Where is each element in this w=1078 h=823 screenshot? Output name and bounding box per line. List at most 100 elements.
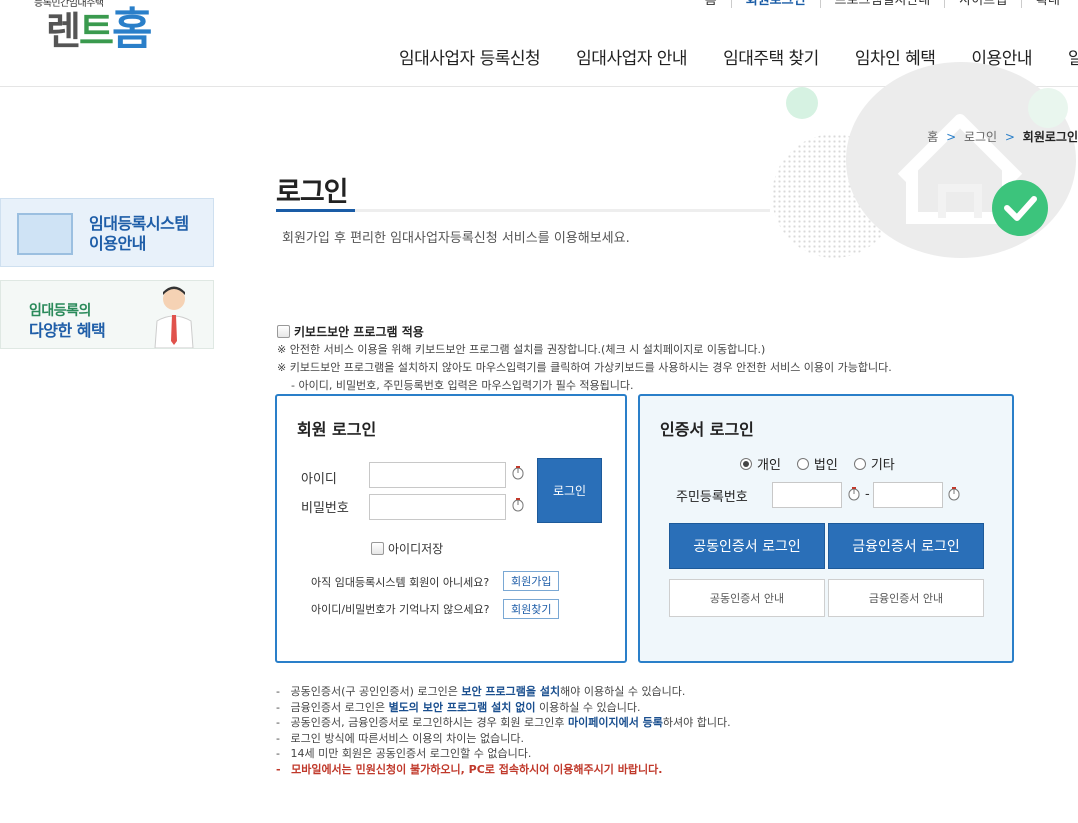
banner-line: 이용안내 [89,234,146,253]
decoration-circle [786,87,818,119]
rrn-second-input[interactable] [873,482,943,508]
note-text: 금융인증서 로그인은 [290,700,389,714]
radio-button[interactable] [853,457,866,470]
note-dash: - [276,685,280,698]
note-item: - 로그인 방식에 따른서비스 이용의 차이는 없습니다. [276,731,731,747]
keyboard-security-checkbox[interactable] [277,325,290,338]
save-id-label: 아이디저장 [388,542,444,556]
title-underline [276,209,770,212]
person-icon [154,286,194,348]
user-type-radio-group: 개인 법인 기타 [740,454,895,473]
util-home-link[interactable]: 홈 [691,0,732,8]
util-zoom-link[interactable]: 확대 [1022,0,1060,8]
member-login-box: 회원 로그인 아이디 비밀번호 로그인 아이디저장 아직 임대등록시스템 회원이… [275,394,627,663]
breadcrumb-separator: > [946,130,957,144]
breadcrumb-current: 회원로그인 [1022,130,1078,144]
radio-personal[interactable]: 개인 [740,454,781,473]
password-label: 비밀번호 [301,501,349,516]
save-id-option[interactable]: 아이디저장 [371,540,443,557]
note-dash: - [276,762,281,776]
radio-button[interactable] [796,457,809,470]
breadcrumb-home[interactable]: 홈 [927,130,938,144]
note-dash: - [276,716,280,729]
mouse-input-icon[interactable] [512,498,524,512]
find-question: 아이디/비밀번호가 기억나지 않으세요? [311,603,490,616]
banner-line: 다양한 혜택 [29,321,106,340]
nav-register[interactable]: 임대사업자 등록신청 [399,44,541,69]
breadcrumb-login[interactable]: 로그인 [964,130,997,144]
note-dash: - [276,731,280,745]
radio-corporate[interactable]: 법인 [796,454,838,473]
note-text: 공동인증서(구 공인인증서) 로그인은 [290,685,462,698]
login-notes: - 공동인증서(구 공인인증서) 로그인은 보안 프로그램을 설치해야 이용하실… [276,684,731,777]
logo-part3: 홈 [111,4,153,55]
mouse-input-icon[interactable] [948,487,960,501]
page-description: 회원가입 후 편리한 임대사업자등록신청 서비스를 이용해보세요. [282,231,630,246]
nav-find-house[interactable]: 임대주택 찾기 [723,44,819,69]
radio-button[interactable] [740,457,752,470]
certificate-login-title: 인증서 로그인 [660,420,754,439]
note-item: - 금융인증서 로그인은 별도의 보안 프로그램 설치 없이 이용하실 수 있습… [276,700,731,716]
keyboard-notice-1: ※ 안전한 서비스 이용을 위해 키보드보안 프로그램 설치를 권장합니다.(체… [277,343,766,356]
note-dash: - [276,700,280,714]
joint-cert-login-button[interactable]: 공동인증서 로그인 [669,523,825,569]
note-highlight: 마이페이지에서 등록 [567,716,663,729]
id-label: 아이디 [301,472,337,487]
util-sitemap-link[interactable]: 사이트맵 [945,0,1023,8]
keyboard-notice-3: - 아이디, 비밀번호, 주민등록번호 입력은 마우스입력기가 필수 적용됩니다… [291,379,634,392]
mouse-input-icon[interactable] [848,487,860,501]
note-item: - 공동인증서, 금융인증서로 로그인하시는 경우 회원 로그인후 마이페이지에… [276,715,731,731]
banner-benefits[interactable]: 임대등록의 다양한 혜택 [0,280,214,349]
note-text: 해야 이용하실 수 있습니다. [560,685,686,698]
nav-notice[interactable]: 알림 [1068,44,1078,69]
keyboard-notice-2: ※ 키보드보안 프로그램을 설치하지 않아도 마우스입력기를 클릭하여 가상키보… [277,361,892,374]
rrn-first-input[interactable] [772,482,842,508]
note-text: 공동인증서, 금융인증서로 로그인하시는 경우 회원 로그인후 [290,716,568,729]
join-button[interactable]: 회원가입 [503,571,560,591]
note-text: 하셔야 합니다. [662,716,731,729]
title-underline-accent [276,209,355,212]
page-title: 로그인 [276,177,349,208]
financial-cert-guide-button[interactable]: 금융인증서 안내 [828,579,984,617]
radio-label: 기타 [870,458,895,473]
logo-part1: 렌 [46,9,81,53]
note-warning: 모바일에서는 민원신청이 불가하오니, PC로 접속하시어 이용해주시기 바랍니… [291,762,663,776]
breadcrumb: 홈 > 로그인 > 회원로그인 [927,128,1078,145]
note-dash: - [276,747,280,760]
banner-line: 임대등록의 [29,303,91,319]
radio-label: 법인 [813,458,838,473]
util-program-install-link[interactable]: 프로그램설치안내 [821,0,946,8]
login-button[interactable]: 로그인 [537,458,602,523]
house-check-icon [897,114,1048,236]
rrn-dash: - [865,487,870,502]
site-logo[interactable]: 렌트홈 [46,8,152,53]
note-item: - 모바일에서는 민원신청이 불가하오니, PC로 접속하시어 이용해주시기 바… [276,762,731,778]
radio-label: 개인 [757,458,781,473]
banner-benefits-text: 임대등록의 다양한 혜택 [29,301,106,341]
save-id-checkbox[interactable] [371,542,384,555]
nav-landlord-guide[interactable]: 임대사업자 안내 [576,44,687,69]
id-input[interactable] [369,462,506,488]
note-item: - 14세 미만 회원은 공동인증서 로그인할 수 없습니다. [276,746,731,762]
banner-line: 임대등록시스템 [89,214,189,233]
breadcrumb-separator: > [1004,130,1015,144]
password-input[interactable] [369,494,506,520]
keyboard-security-option[interactable]: 키보드보안 프로그램 적용 [277,323,424,340]
join-question: 아직 임대등록시스템 회원이 아니세요? [311,576,490,589]
find-account-button[interactable]: 회원찾기 [503,599,560,619]
note-item: - 공동인증서(구 공인인증서) 로그인은 보안 프로그램을 설치해야 이용하실… [276,684,731,700]
util-member-login-link[interactable]: 회원로그인 [732,0,821,8]
note-highlight: 별도의 보안 프로그램 설치 없이 [388,700,536,714]
radio-etc[interactable]: 기타 [853,454,895,473]
certificate-login-box: 인증서 로그인 개인 법인 기타 주민등록번호 - 공동인증서 로그인 금융인증… [638,394,1014,663]
note-text: 14세 미만 회원은 공동인증서 로그인할 수 없습니다. [290,747,532,760]
nav-tenant-benefit[interactable]: 임차인 혜택 [855,44,936,69]
mouse-input-icon[interactable] [512,466,524,480]
financial-cert-login-button[interactable]: 금융인증서 로그인 [828,523,984,569]
note-text: 이용하실 수 있습니다. [535,700,641,714]
note-highlight: 보안 프로그램을 설치 [461,685,561,698]
member-login-title: 회원 로그인 [297,420,377,439]
banner-system-guide[interactable]: 임대등록시스템 이용안내 [0,198,214,267]
rrn-label: 주민등록번호 [676,490,748,505]
joint-cert-guide-button[interactable]: 공동인증서 안내 [669,579,825,617]
